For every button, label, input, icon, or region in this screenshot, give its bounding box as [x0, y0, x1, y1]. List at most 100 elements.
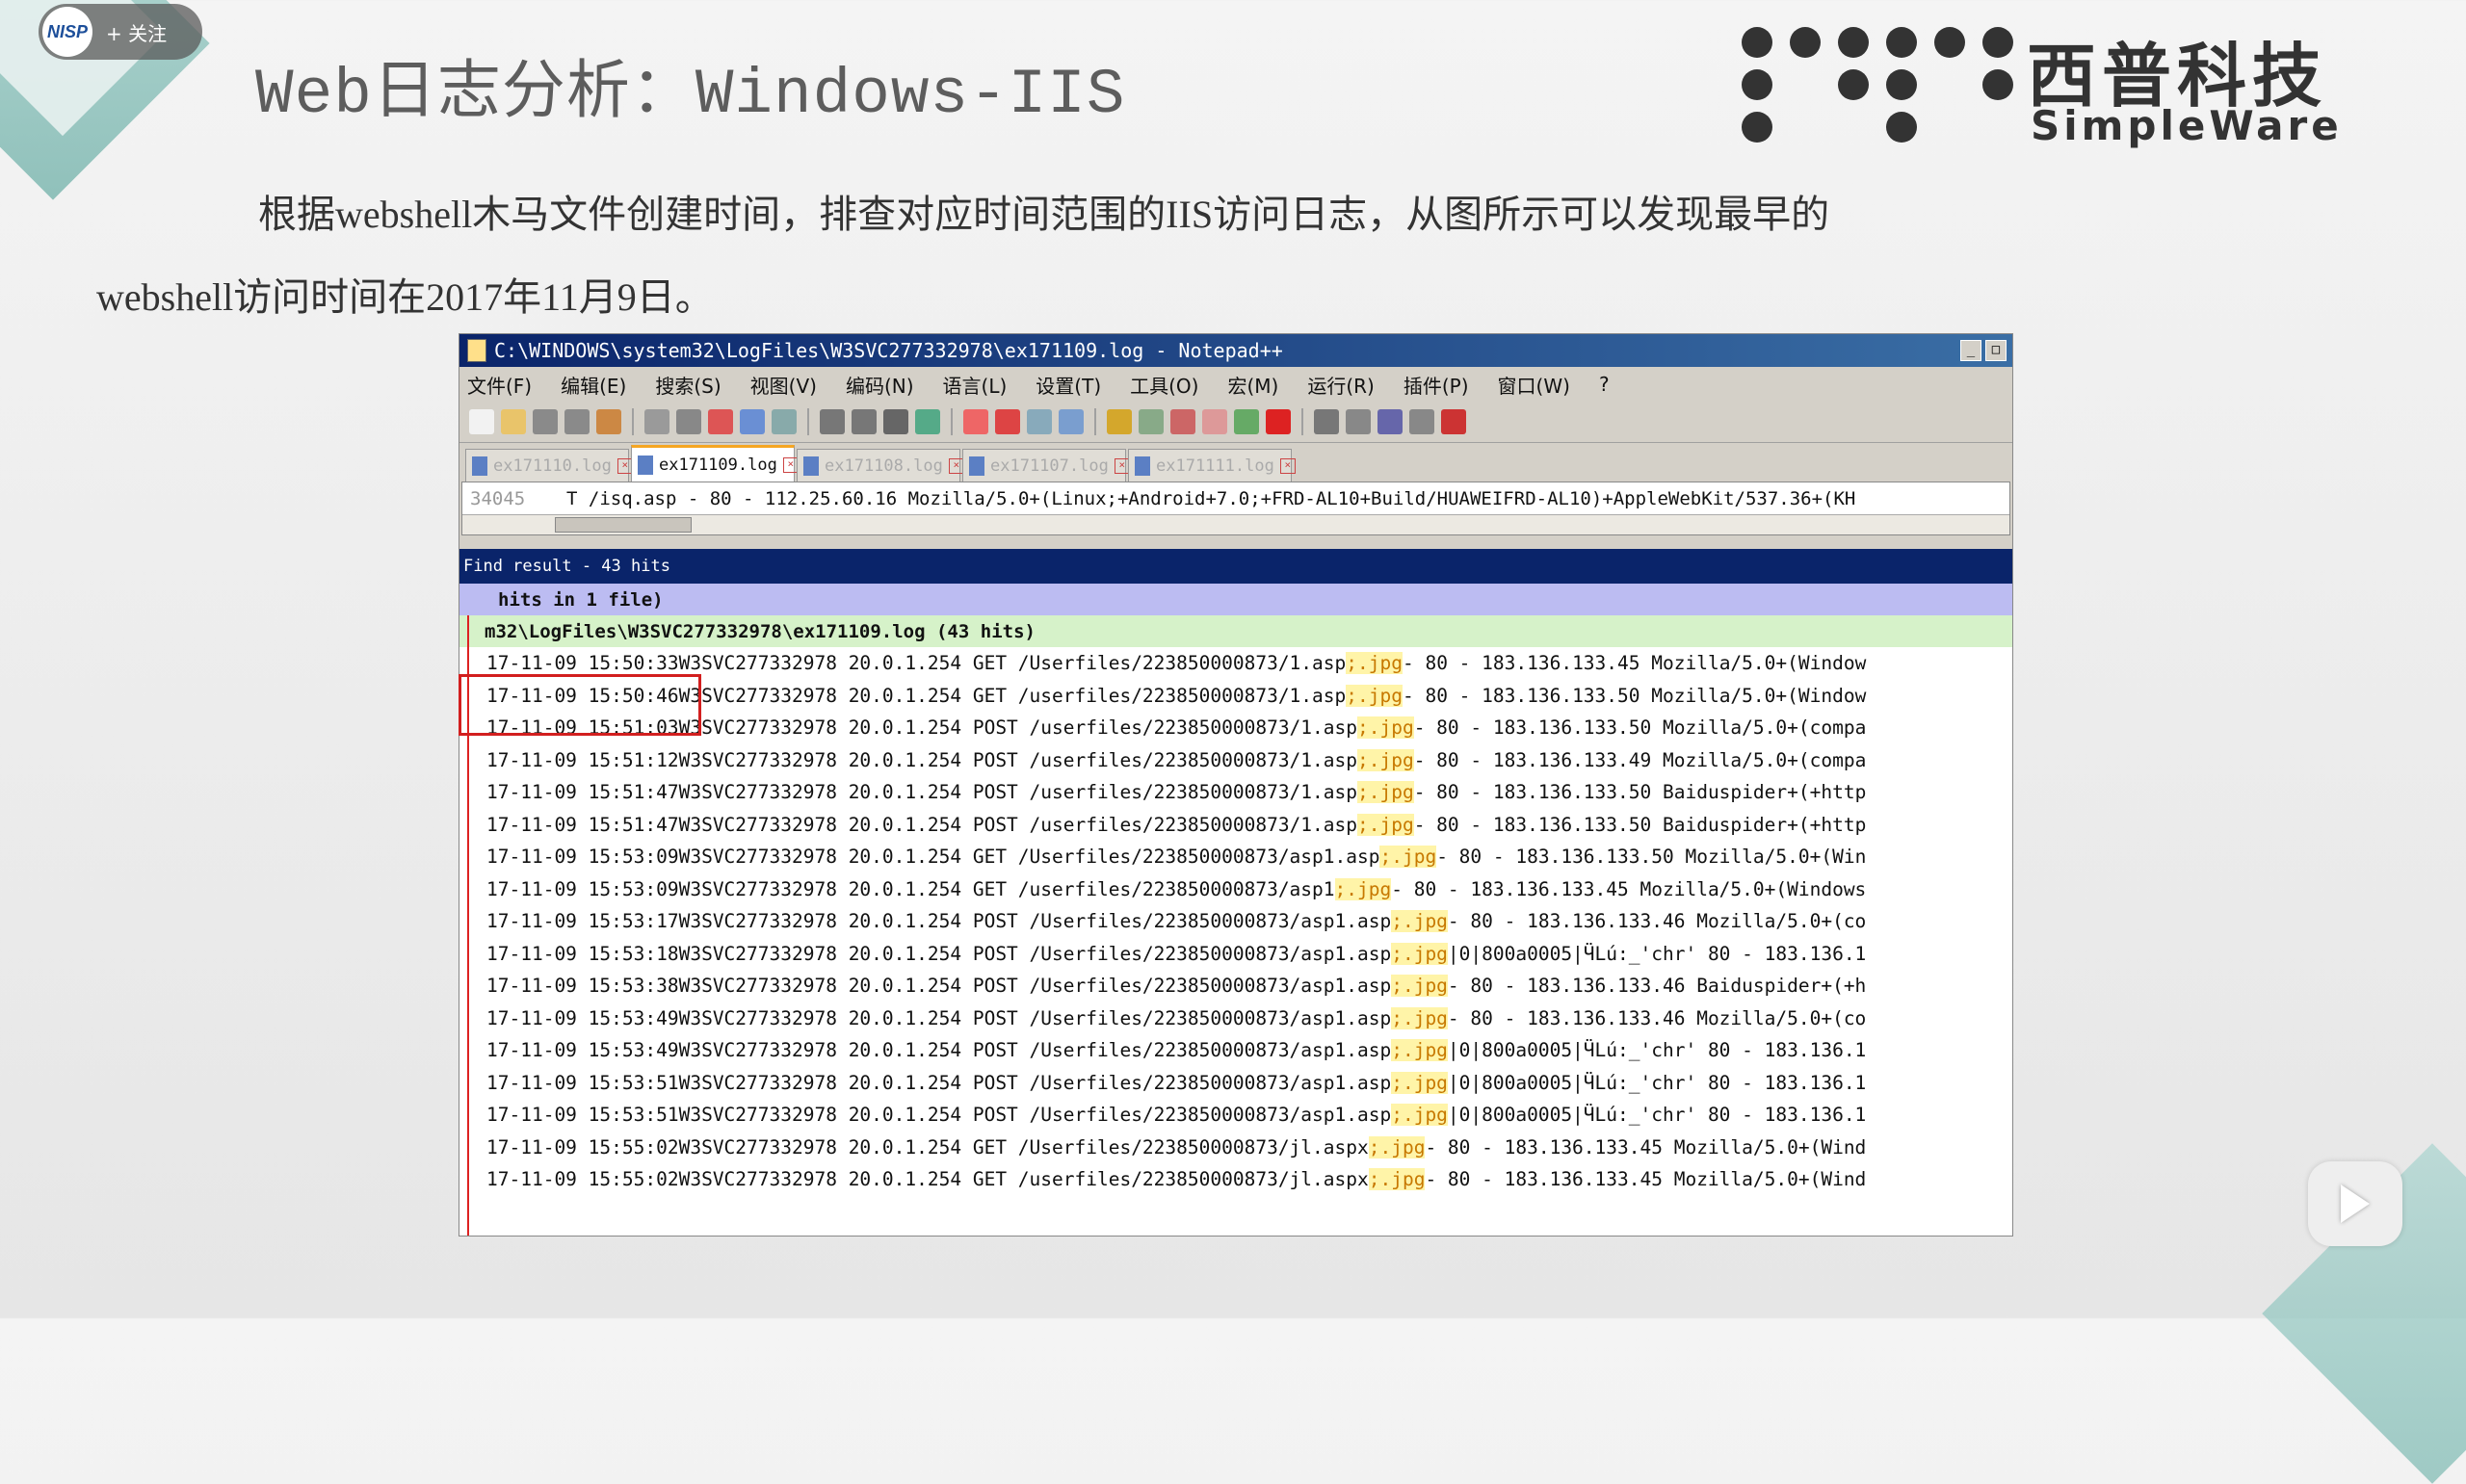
menu-item[interactable]: 编辑(E): [561, 371, 626, 399]
horizontal-scrollbar[interactable]: [462, 514, 2009, 534]
toolbar-button[interactable]: [772, 409, 797, 434]
log-match-highlight: ;.jpg: [1391, 1006, 1448, 1029]
file-tab[interactable]: ex171110.log ×: [465, 449, 633, 482]
menu-item[interactable]: 设置(T): [1036, 371, 1101, 399]
highlight-box: [459, 674, 701, 736]
toolbar-button[interactable]: [963, 409, 988, 434]
log-row[interactable]: 17-11-09 15:53:49 W3SVC277332978 20.0.1.…: [459, 1034, 2012, 1067]
toolbar-button[interactable]: [852, 409, 877, 434]
toolbar-button[interactable]: [995, 409, 1020, 434]
video-play-icon[interactable]: [2308, 1161, 2402, 1246]
window-titlebar[interactable]: C:\WINDOWS\system32\LogFiles\W3SVC277332…: [459, 334, 2012, 367]
log-tail: - 80 - 183.136.133.45 Mozilla/5.0+(Windo…: [1391, 877, 1867, 900]
toolbar-button[interactable]: [740, 409, 765, 434]
toolbar-button[interactable]: [1409, 409, 1434, 434]
hits-file-row[interactable]: m32\LogFiles\W3SVC277332978\ex171109.log…: [459, 615, 2012, 647]
log-row[interactable]: 17-11-09 15:51:47 W3SVC277332978 20.0.1.…: [459, 809, 2012, 842]
toolbar-button[interactable]: [1027, 409, 1052, 434]
toolbar-button[interactable]: [1266, 409, 1291, 434]
follow-button[interactable]: NISP + 关注: [39, 4, 202, 60]
toolbar-button[interactable]: [1346, 409, 1371, 434]
toolbar-button[interactable]: [469, 409, 494, 434]
toolbar-button[interactable]: [915, 409, 940, 434]
log-row[interactable]: 17-11-09 15:53:09 W3SVC277332978 20.0.1.…: [459, 841, 2012, 873]
log-match-highlight: ;.jpg: [1357, 748, 1414, 771]
log-tail: - 80 - 183.136.133.46 Mozilla/5.0+(co: [1447, 1006, 1867, 1029]
toolbar-button[interactable]: [1202, 409, 1227, 434]
menu-bar: 文件(F) 编辑(E) 搜索(S) 视图(V) 编码(N) 语言(L) 设置(T) 工具(O)…: [459, 367, 2012, 402]
menu-item[interactable]: 宏(M): [1227, 371, 1278, 399]
toolbar-button[interactable]: [676, 409, 701, 434]
toolbar-button[interactable]: [501, 409, 526, 434]
toolbar-button[interactable]: [1139, 409, 1164, 434]
log-row[interactable]: 17-11-09 15:53:17 W3SVC277332978 20.0.1.…: [459, 905, 2012, 938]
toolbar-button[interactable]: [820, 409, 845, 434]
menu-item[interactable]: 语言(L): [943, 371, 1008, 399]
menu-item[interactable]: 编码(N): [846, 371, 914, 399]
toolbar-button[interactable]: [1059, 409, 1084, 434]
log-request: W3SVC277332978 20.0.1.254 POST /userfile…: [678, 813, 1357, 836]
log-row[interactable]: 17-11-09 15:51:47 W3SVC277332978 20.0.1.…: [459, 776, 2012, 809]
toolbar-button[interactable]: [1170, 409, 1195, 434]
toolbar-button[interactable]: [1377, 409, 1403, 434]
tab-close-icon[interactable]: ×: [1279, 457, 1296, 474]
toolbar-button[interactable]: [708, 409, 733, 434]
log-request: W3SVC277332978 20.0.1.254 POST /Userfile…: [678, 910, 1392, 933]
log-match-highlight: ;.jpg: [1391, 975, 1448, 998]
minimize-button[interactable]: _: [1960, 340, 1981, 361]
toolbar-button[interactable]: [564, 409, 590, 434]
scrollbar-thumb[interactable]: [555, 517, 692, 533]
toolbar-button[interactable]: [644, 409, 669, 434]
file-tab-icon: [472, 456, 487, 476]
log-time: 17-11-09 15:53:49: [486, 1006, 679, 1029]
log-match-highlight: ;.jpg: [1357, 813, 1414, 836]
toolbar-button[interactable]: [1314, 409, 1339, 434]
menu-item[interactable]: 插件(P): [1404, 371, 1469, 399]
file-tab[interactable]: ex171109.log ×: [631, 445, 799, 482]
log-row[interactable]: 17-11-09 15:53:51 W3SVC277332978 20.0.1.…: [459, 1099, 2012, 1132]
toolbar-button[interactable]: [1107, 409, 1132, 434]
menu-item[interactable]: 运行(R): [1307, 371, 1375, 399]
maximize-button[interactable]: □: [1985, 340, 2007, 361]
menu-item[interactable]: ?: [1599, 373, 1610, 396]
menu-item[interactable]: 窗口(W): [1498, 371, 1570, 399]
menu-item[interactable]: 文件(F): [467, 371, 532, 399]
tab-bar: ex171110.log × ex171109.log × ex171108.log × e…: [459, 443, 2012, 482]
menu-item[interactable]: 视图(V): [750, 371, 817, 399]
menu-item[interactable]: 工具(O): [1130, 371, 1198, 399]
log-row[interactable]: 17-11-09 15:53:51 W3SVC277332978 20.0.1.…: [459, 1067, 2012, 1100]
log-tail: - 80 - 183.136.133.50 Baiduspider+(+http: [1413, 813, 1867, 836]
menu-item[interactable]: 搜索(S): [655, 371, 721, 399]
log-row[interactable]: 17-11-09 15:53:09 W3SVC277332978 20.0.1.…: [459, 873, 2012, 906]
file-tab[interactable]: ex171111.log ×: [1128, 449, 1296, 482]
hits-summary-row[interactable]: hits in 1 file): [459, 584, 2012, 615]
toolbar-button[interactable]: [1234, 409, 1259, 434]
file-tab[interactable]: ex171107.log ×: [962, 449, 1130, 482]
line-number: 34045: [470, 488, 526, 509]
toolbar-button[interactable]: [533, 409, 558, 434]
toolbar-button[interactable]: [883, 409, 908, 434]
log-tail: - 80 - 183.136.133.50 Mozilla/5.0+(compa: [1413, 716, 1867, 740]
log-time: 17-11-09 15:53:09: [486, 877, 679, 900]
log-time: 17-11-09 15:53:09: [486, 846, 679, 869]
log-request: W3SVC277332978 20.0.1.254 GET /Userfiles…: [678, 846, 1380, 869]
log-row[interactable]: 17-11-09 15:51:12 W3SVC277332978 20.0.1.…: [459, 744, 2012, 777]
tab-label: ex171107.log: [990, 456, 1109, 476]
log-request: W3SVC277332978 20.0.1.254 GET /Userfiles…: [678, 652, 1347, 675]
log-row[interactable]: 17-11-09 15:53:38 W3SVC277332978 20.0.1.…: [459, 970, 2012, 1002]
log-request: W3SVC277332978 20.0.1.254 GET /Userfiles…: [678, 1135, 1369, 1159]
file-tab[interactable]: ex171108.log ×: [797, 449, 964, 482]
editor-line: T /isq.asp - 80 - 112.25.60.16 Mozilla/5…: [566, 488, 1856, 509]
log-time: 17-11-09 15:55:02: [486, 1135, 679, 1159]
log-row[interactable]: 17-11-09 15:53:49 W3SVC277332978 20.0.1.…: [459, 1002, 2012, 1035]
editor-pane[interactable]: 34045 T /isq.asp - 80 - 112.25.60.16 Moz…: [461, 482, 2010, 535]
log-time: 17-11-09 15:51:12: [486, 748, 679, 771]
log-row[interactable]: 17-11-09 15:55:02 W3SVC277332978 20.0.1.…: [459, 1132, 2012, 1164]
log-match-highlight: ;.jpg: [1391, 1039, 1448, 1062]
log-row[interactable]: 17-11-09 15:55:02 W3SVC277332978 20.0.1.…: [459, 1163, 2012, 1196]
toolbar-button[interactable]: [596, 409, 621, 434]
tab-label: ex171108.log: [825, 456, 943, 476]
log-tail: |0|800a0005|ӴLú:_'chr' 80 - 183.136.1: [1447, 1104, 1867, 1127]
log-row[interactable]: 17-11-09 15:53:18 W3SVC277332978 20.0.1.…: [459, 938, 2012, 971]
toolbar-button[interactable]: [1441, 409, 1466, 434]
